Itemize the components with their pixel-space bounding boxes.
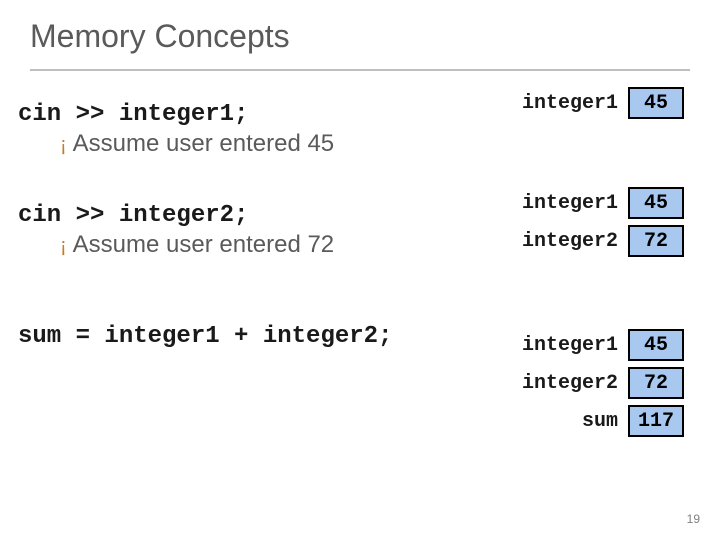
memory-label: integer1 (522, 329, 628, 361)
memory-state-1: integer1 45 (522, 87, 684, 125)
memory-value-box: 45 (628, 187, 684, 219)
memory-value-box: 72 (628, 225, 684, 257)
memory-value-box: 117 (628, 405, 684, 437)
memory-label: integer2 (522, 367, 628, 399)
memory-row: integer1 45 (522, 329, 684, 361)
bullet-icon: ¡ (60, 236, 67, 256)
page-number: 19 (687, 512, 700, 526)
code-line-2: cin >> integer2; (18, 202, 423, 229)
bullet-icon: ¡ (60, 135, 67, 155)
bullet-2: ¡ Assume user entered 72 (18, 231, 423, 259)
code-line-1: cin >> integer1; (18, 101, 423, 128)
memory-row: integer2 72 (522, 367, 684, 399)
bullet-1-text: Assume user entered 45 (73, 130, 334, 158)
memory-row: integer2 72 (522, 225, 684, 257)
slide-title: Memory Concepts (30, 18, 690, 55)
memory-value-box: 45 (628, 329, 684, 361)
bullet-2-text: Assume user entered 72 (73, 231, 334, 259)
code-line-3: sum = integer1 + integer2; (18, 323, 423, 350)
memory-label: integer2 (522, 225, 628, 257)
memory-label: integer1 (522, 187, 628, 219)
slide-content: cin >> integer1; ¡ Assume user entered 4… (0, 71, 720, 350)
memory-label: sum (582, 405, 628, 437)
memory-value-box: 72 (628, 367, 684, 399)
memory-state-3: integer1 45 integer2 72 sum 117 (522, 329, 684, 443)
memory-row: integer1 45 (522, 87, 684, 119)
bullet-1: ¡ Assume user entered 45 (18, 130, 423, 158)
memory-row: integer1 45 (522, 187, 684, 219)
memory-label: integer1 (522, 87, 628, 119)
memory-row: sum 117 (522, 405, 684, 437)
memory-value-box: 45 (628, 87, 684, 119)
memory-state-2: integer1 45 integer2 72 (522, 187, 684, 263)
